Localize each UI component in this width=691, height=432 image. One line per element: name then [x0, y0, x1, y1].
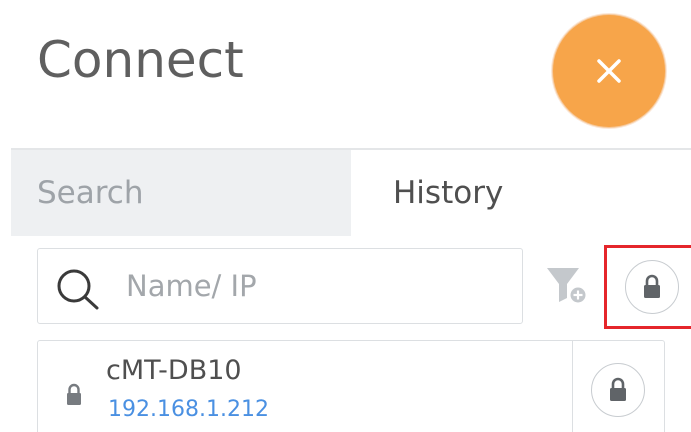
- tab-search[interactable]: Search: [11, 150, 351, 236]
- item-separator: [572, 341, 573, 432]
- tab-history[interactable]: History: [351, 150, 691, 236]
- search-input[interactable]: [126, 263, 506, 309]
- lock-icon: [644, 274, 660, 298]
- search-icon: [57, 269, 99, 310]
- filter-add-icon[interactable]: [545, 266, 595, 306]
- lock-icon: [610, 377, 626, 401]
- item-lock-button[interactable]: [591, 363, 645, 417]
- close-button-inner[interactable]: [553, 15, 665, 127]
- tab-history-label: History: [393, 175, 504, 211]
- page-title: Connect: [37, 31, 244, 89]
- history-list-item[interactable]: cMT-DB10 192.168.1.212: [37, 340, 665, 432]
- device-ip[interactable]: 192.168.1.212: [108, 397, 269, 422]
- device-name: cMT-DB10: [106, 355, 242, 386]
- lock-all-button[interactable]: [625, 260, 679, 314]
- search-box[interactable]: [37, 248, 523, 324]
- close-icon: [597, 59, 621, 83]
- close-button[interactable]: [551, 13, 667, 129]
- lock-icon: [67, 383, 81, 405]
- tab-search-label: Search: [37, 175, 144, 211]
- connect-panel: Connect Search History Name/ IP cMT-DB10…: [0, 0, 691, 432]
